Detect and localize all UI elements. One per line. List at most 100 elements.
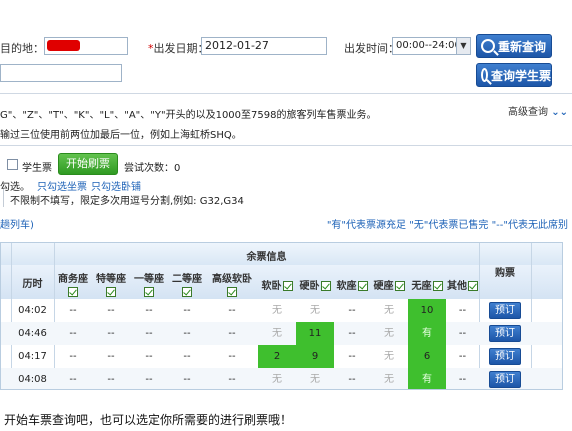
hard-sleeper-header[interactable]: 硬卧 [296, 277, 334, 292]
soft-sleeper-header[interactable]: 软卧 [258, 277, 296, 292]
train-count-tail: 趟列车) [0, 220, 34, 231]
other-header[interactable]: 其他 [446, 277, 479, 292]
date-label: *出发日期： [148, 42, 209, 55]
seat-cell: -- [183, 305, 191, 316]
seat-cell: -- [69, 351, 77, 362]
seat-cell: 无 [272, 328, 282, 339]
seat-cell: 9 [296, 345, 334, 368]
info-line-1: G"、"Z"、"T"、"K"、"L"、"A"、"Y"开头的以及1000至7598… [0, 110, 377, 121]
checkbox-checked-icon[interactable] [106, 287, 116, 297]
book-button[interactable]: 预订 [489, 325, 521, 342]
search-icon [481, 68, 488, 82]
redaction-mark [47, 40, 80, 51]
seat-cell: -- [228, 351, 236, 362]
seat-cell: -- [458, 374, 467, 385]
checkbox-checked-icon[interactable] [468, 281, 478, 291]
time-label: 出发时间： [344, 42, 399, 55]
checkbox-checked-icon[interactable] [144, 287, 154, 297]
divider [0, 93, 572, 94]
search-form: 目的地： *出发日期： 2012-01-27 出发时间： 00:00--24:0… [0, 0, 572, 92]
start-brush-button[interactable]: 开始刷票 [58, 153, 118, 175]
advanced-search-toggle[interactable]: 高级查询 ⌄⌄ [508, 103, 568, 118]
checkbox-checked-icon[interactable] [320, 281, 331, 291]
seat-cell: -- [107, 305, 115, 316]
seat-cell: -- [145, 351, 153, 362]
checkbox-checked-icon[interactable] [432, 281, 443, 291]
secondary-input[interactable] [0, 64, 122, 82]
divider [0, 145, 572, 146]
availability-legend: "有"代表票源充足 "无"代表票已售完 "--"代表无此席别 [326, 220, 568, 231]
duration-cell: 04:17 [18, 351, 47, 362]
hard-seat-header[interactable]: 硬座 [370, 277, 408, 292]
checkbox-checked-icon[interactable] [282, 281, 293, 291]
checkbox-checked-icon[interactable] [357, 281, 368, 291]
double-chevron-down-icon: ⌄⌄ [551, 107, 568, 118]
seat-cell: -- [348, 351, 356, 362]
book-column-header: 购票 [495, 268, 515, 279]
table-row: 04:08 -- -- -- -- -- 无 无 -- 无 有 -- 预订 [1, 368, 562, 389]
seat-cell: 无 [310, 305, 320, 316]
business-seat-header[interactable]: 商务座 [54, 270, 92, 297]
table-row: 04:02 -- -- -- -- -- 无 无 -- 无 10 -- 预订 [1, 299, 562, 322]
seat-cell: 无 [310, 374, 320, 385]
seat-cell: -- [145, 374, 153, 385]
seat-cell: 无 [272, 305, 282, 316]
checkbox-checked-icon[interactable] [227, 287, 237, 297]
seat-cell: -- [107, 374, 115, 385]
seat-cell: 无 [384, 374, 394, 385]
caption-text: 开始车票查询吧，也可以选定你所需要的进行刷票哦！ [4, 413, 293, 427]
seat-cell: -- [107, 328, 115, 339]
checkbox-checked-icon[interactable] [394, 281, 405, 291]
seat-cell: -- [183, 351, 191, 362]
seat-cell: -- [69, 305, 77, 316]
attempts-counter: 尝试次数：0 [124, 163, 181, 174]
seat-cell: -- [183, 328, 191, 339]
no-seat-header[interactable]: 无座 [408, 277, 446, 292]
student-search-button[interactable]: 查询学生票 [476, 63, 552, 87]
book-button[interactable]: 预订 [489, 371, 521, 388]
student-ticket-checkbox[interactable] [7, 159, 18, 170]
seat-cell: -- [107, 351, 115, 362]
seat-cell: 无 [272, 374, 282, 385]
seat-cell: -- [145, 305, 153, 316]
seat-cell: -- [145, 328, 153, 339]
seat-cell: -- [228, 305, 236, 316]
table-row: 04:17 -- -- -- -- -- 2 9 -- 无 6 -- 预订 [1, 345, 562, 368]
seat-cell: -- [228, 374, 236, 385]
seat-cell: -- [69, 328, 77, 339]
book-button[interactable]: 预订 [489, 348, 521, 365]
seat-cell: 无 [384, 328, 394, 339]
seat-cell: -- [69, 374, 77, 385]
student-ticket-label: 学生票 [22, 163, 52, 174]
date-input[interactable]: 2012-01-27 [201, 37, 327, 55]
seat-cell: -- [348, 374, 356, 385]
seat-cell: -- [458, 305, 467, 316]
ticket-table: 余票信息 购票 历时 商务座 特等座 一等座 二等座 高级软卧 软卧 硬卧 软座… [0, 242, 563, 390]
checkbox-checked-icon[interactable] [182, 287, 192, 297]
second-class-header[interactable]: 二等座 [168, 270, 206, 297]
time-select[interactable]: 00:00--24:00 ▼ [392, 37, 471, 55]
seat-cell: -- [228, 328, 236, 339]
table-row: 04:46 -- -- -- -- -- 无 11 -- 无 有 -- 预订 [1, 322, 562, 345]
seat-cell: -- [458, 328, 467, 339]
info-line-2: 输过三位使用前两位加最后一位，例如上海虹桥SHQ。 [0, 130, 242, 141]
chevron-down-icon: ▼ [456, 38, 470, 54]
duration-cell: 04:46 [18, 328, 47, 339]
seat-cell: 无 [384, 351, 394, 362]
seat-cell: 有 [408, 368, 446, 389]
seat-cell: -- [183, 374, 191, 385]
search-icon [481, 39, 495, 53]
seat-cell: -- [458, 351, 467, 362]
duration-cell: 04:08 [18, 374, 47, 385]
destination-label: 目的地： [0, 42, 44, 55]
seat-cell: 6 [408, 345, 446, 368]
soft-seat-header[interactable]: 软座 [334, 277, 370, 292]
seat-cell: 10 [408, 299, 446, 322]
search-button[interactable]: 重新查询 [476, 34, 552, 58]
premium-seat-header[interactable]: 特等座 [92, 270, 130, 297]
first-class-header[interactable]: 一等座 [130, 270, 168, 297]
deluxe-soft-sleeper-header[interactable]: 高级软卧 [206, 270, 258, 297]
seat-cell: -- [348, 328, 356, 339]
checkbox-checked-icon[interactable] [68, 287, 78, 297]
book-button[interactable]: 预订 [489, 302, 521, 319]
